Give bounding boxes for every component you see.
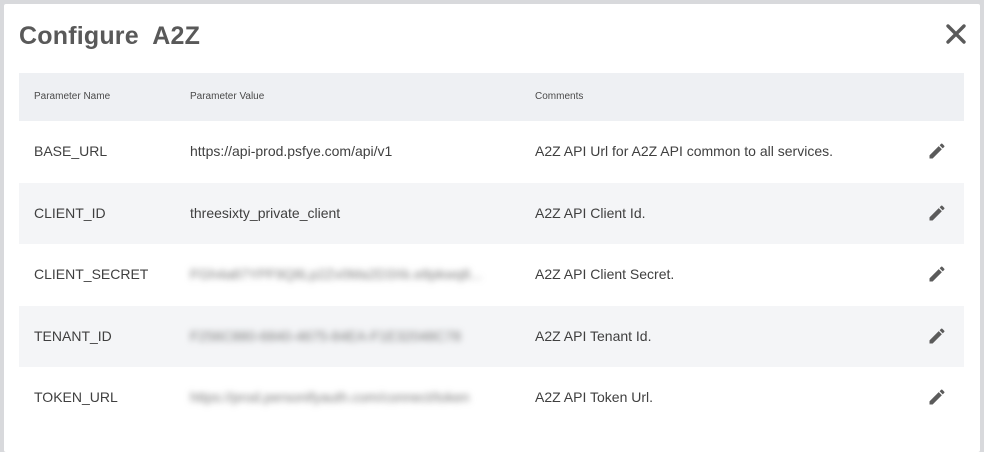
parameter-comment: A2Z API Client Secret. — [535, 266, 675, 282]
parameters-table: Parameter Name Parameter Value Comments … — [19, 73, 964, 429]
header-parameter-name: Parameter Name — [34, 91, 111, 102]
table-row: TOKEN_URL https://prod.personifyauth.com… — [19, 367, 964, 429]
table-row: CLIENT_ID threesixty_private_client A2Z … — [19, 182, 964, 244]
parameter-value-masked: https://prod.personifyauth.com/connect/t… — [190, 389, 470, 405]
parameter-comment: A2Z API Token Url. — [535, 389, 654, 405]
parameter-value: https://api-prod.psfye.com/api/v1 — [190, 143, 393, 159]
parameter-value: threesixty_private_client — [190, 204, 341, 221]
parameter-comment: A2Z API Client Id. — [535, 204, 646, 221]
parameter-comment: A2Z API Url for A2Z API common to all se… — [535, 143, 833, 159]
table-header: Parameter Name Parameter Value Comments — [19, 73, 964, 121]
edit-button[interactable] — [925, 262, 949, 286]
pencil-icon — [929, 204, 945, 220]
edit-button[interactable] — [925, 139, 949, 163]
modal-title: Configure A2Z — [19, 22, 201, 50]
table-row: CLIENT_SECRET FGh4a87YPF9Q8Lp2Zv0Ma2D3Xk… — [19, 244, 964, 306]
close-button[interactable] — [942, 20, 970, 48]
header-comments: Comments — [535, 91, 584, 102]
edit-button[interactable] — [925, 324, 949, 348]
parameter-name: TENANT_ID — [34, 327, 112, 344]
close-icon — [946, 24, 966, 44]
table-row: TENANT_ID F256C880-6840-4675-84EA-F1E320… — [19, 305, 964, 367]
parameter-value-masked: FGh4a87YPF9Q8Lp2Zv0Ma2D3Xk.e8pkwq8... — [190, 266, 482, 282]
configure-modal: Configure A2Z Parameter Name Parameter V… — [4, 4, 980, 452]
pencil-icon — [929, 266, 945, 282]
parameter-name: CLIENT_SECRET — [34, 266, 149, 282]
pencil-icon — [929, 389, 945, 405]
pencil-icon — [929, 143, 945, 159]
header-parameter-value: Parameter Value — [190, 91, 265, 102]
parameter-name: BASE_URL — [34, 143, 108, 159]
parameter-comment: A2Z API Tenant Id. — [535, 327, 652, 344]
parameter-name: TOKEN_URL — [34, 389, 118, 405]
parameter-value-masked: F256C880-6840-4675-84EA-F1E32048C78 — [190, 327, 461, 344]
edit-button[interactable] — [925, 385, 949, 409]
pencil-icon — [929, 327, 945, 343]
parameter-name: CLIENT_ID — [34, 204, 106, 221]
table-row: BASE_URL https://api-prod.psfye.com/api/… — [19, 121, 964, 183]
edit-button[interactable] — [925, 201, 949, 225]
